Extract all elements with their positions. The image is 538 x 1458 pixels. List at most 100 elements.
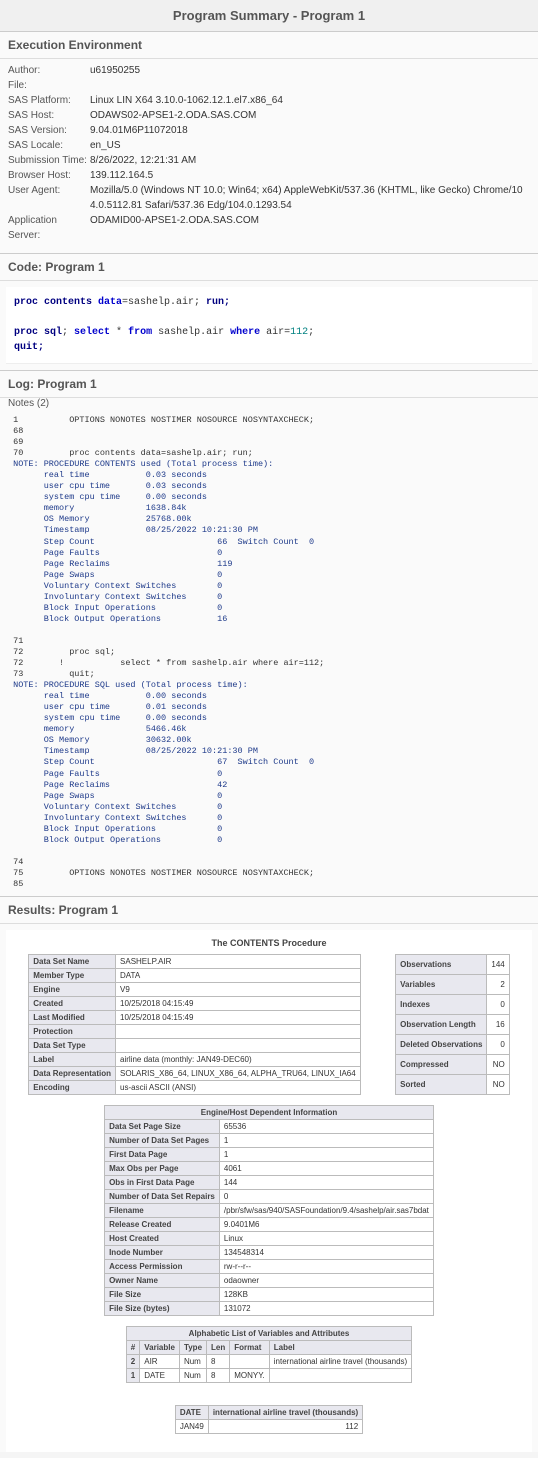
sql-result-table: DATEinternational airline travel (thousa… (175, 1405, 363, 1434)
table-row-label: Obs in First Data Page (105, 1176, 220, 1190)
col-header: # (126, 1341, 139, 1355)
env-bhost-label: Browser Host: (8, 168, 90, 183)
notes-count: Notes (2) (0, 398, 538, 409)
env-author-label: Author: (8, 63, 90, 78)
env-version: 9.04.01M6P11072018 (90, 123, 530, 138)
table-row-label: Created (29, 997, 116, 1011)
table-row-value: 128KB (219, 1288, 433, 1302)
variables-table: Alphabetic List of Variables and Attribu… (126, 1326, 412, 1383)
table-row-value: 2 (487, 975, 509, 995)
code-block: proc contents data=sashelp.air; run; pro… (6, 287, 532, 364)
env-section-header: Execution Environment (0, 32, 538, 59)
table-row-label: Sorted (396, 1075, 487, 1095)
table-row-label: Data Set Type (29, 1039, 116, 1053)
table-row-value: NO (487, 1055, 509, 1075)
table-row-value: 4061 (219, 1162, 433, 1176)
table-cell: MONYY. (230, 1369, 270, 1383)
table-cell: 8 (207, 1355, 230, 1369)
table-row-label: Host Created (105, 1232, 220, 1246)
col-header: Variable (140, 1341, 180, 1355)
table-row-value: odaowner (219, 1274, 433, 1288)
table-row-value (116, 1025, 361, 1039)
env-appserv: ODAMID00-APSE1-2.ODA.SAS.COM (90, 213, 530, 243)
table-row-label: Compressed (396, 1055, 487, 1075)
env-ua: Mozilla/5.0 (Windows NT 10.0; Win64; x64… (90, 183, 530, 213)
table-row-value: /pbr/sfw/sas/940/SASFoundation/9.4/sashe… (219, 1204, 433, 1218)
table-row-label: Number of Data Set Pages (105, 1134, 220, 1148)
table-cell: JAN49 (175, 1420, 208, 1434)
env-appserv-label: Application Server: (8, 213, 90, 243)
table-row-label: Number of Data Set Repairs (105, 1190, 220, 1204)
table-row-label: Observations (396, 955, 487, 975)
table-row-label: Observation Length (396, 1015, 487, 1035)
col-header: Label (269, 1341, 411, 1355)
env-locale-label: SAS Locale: (8, 138, 90, 153)
env-file-label: File: (8, 78, 90, 93)
table-row-label: Access Permission (105, 1260, 220, 1274)
table-row-label: Label (29, 1053, 116, 1067)
col-header: Type (179, 1341, 206, 1355)
table-cell: Num (179, 1355, 206, 1369)
table-row-value: 0 (219, 1190, 433, 1204)
env-host: ODAWS02-APSE1-2.ODA.SAS.COM (90, 108, 530, 123)
table-row-label: Last Modified (29, 1011, 116, 1025)
col-header: DATE (175, 1406, 208, 1420)
table-row-value: Linux (219, 1232, 433, 1246)
env-locale: en_US (90, 138, 530, 153)
table-row-label: Max Obs per Page (105, 1162, 220, 1176)
table-row-label: First Data Page (105, 1148, 220, 1162)
table-row-value: 1 (219, 1148, 433, 1162)
table-cell: 8 (207, 1369, 230, 1383)
env-ua-label: User Agent: (8, 183, 90, 213)
table-row-value: NO (487, 1075, 509, 1095)
table-row-value: 10/25/2018 04:15:49 (116, 997, 361, 1011)
page-title: Program Summary - Program 1 (0, 0, 538, 32)
table-row-value: 144 (219, 1176, 433, 1190)
table-row-label: Indexes (396, 995, 487, 1015)
table-cell (269, 1369, 411, 1383)
table-row-value: 134548314 (219, 1246, 433, 1260)
table-row-label: Data Set Page Size (105, 1120, 220, 1134)
table-row-label: Data Representation (29, 1067, 116, 1081)
table-row-value: 144 (487, 955, 509, 975)
table-row-label: Engine (29, 983, 116, 997)
env-platform-label: SAS Platform: (8, 93, 90, 108)
table-row-label: Variables (396, 975, 487, 995)
table-row-value (116, 1039, 361, 1053)
col-header: Len (207, 1341, 230, 1355)
env-version-label: SAS Version: (8, 123, 90, 138)
table-row-value: 0 (487, 995, 509, 1015)
table-row-value: 131072 (219, 1302, 433, 1316)
env-platform: Linux LIN X64 3.10.0-1062.12.1.el7.x86_6… (90, 93, 530, 108)
col-header: Format (230, 1341, 270, 1355)
table-row-label: File Size (105, 1288, 220, 1302)
code-section-header: Code: Program 1 (0, 254, 538, 281)
table-row-label: Deleted Observations (396, 1035, 487, 1055)
table-row-label: Inode Number (105, 1246, 220, 1260)
table-cell: international airline travel (thousands) (269, 1355, 411, 1369)
table-cell (230, 1355, 270, 1369)
table-row-value: 16 (487, 1015, 509, 1035)
table-cell: Num (179, 1369, 206, 1383)
table-row-value: V9 (116, 983, 361, 997)
table-cell: 112 (208, 1420, 362, 1434)
table-row-value: 1 (219, 1134, 433, 1148)
table-row-value: airline data (monthly: JAN49-DEC60) (116, 1053, 361, 1067)
table-cell: 1 (126, 1369, 139, 1383)
table-row-label: Owner Name (105, 1274, 220, 1288)
results-section-header: Results: Program 1 (0, 897, 538, 924)
engine-table: Engine/Host Dependent Information Data S… (104, 1105, 434, 1316)
table-row-label: Member Type (29, 969, 116, 983)
table-cell: DATE (140, 1369, 180, 1383)
env-bhost: 139.112.164.5 (90, 168, 530, 183)
contents-table-right: Observations144Variables2Indexes0Observa… (395, 954, 510, 1095)
table-row-value: SOLARIS_X86_64, LINUX_X86_64, ALPHA_TRU6… (116, 1067, 361, 1081)
table-row-value: 65536 (219, 1120, 433, 1134)
table-cell: 2 (126, 1355, 139, 1369)
contents-table-left: Data Set NameSASHELP.AIRMember TypeDATAE… (28, 954, 361, 1095)
env-file (90, 78, 530, 93)
table-row-value: DATA (116, 969, 361, 983)
table-row-value: 0 (487, 1035, 509, 1055)
table-row-value: 9.0401M6 (219, 1218, 433, 1232)
table-cell: AIR (140, 1355, 180, 1369)
